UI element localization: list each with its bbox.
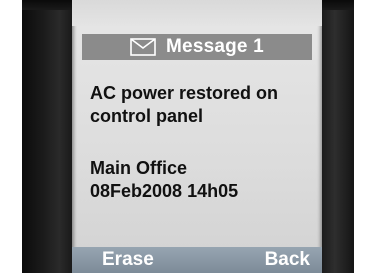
phone-bezel-right [322,0,354,273]
phone-device: Message 1 AC power restored on control p… [0,0,376,273]
screen-top-strip [72,0,322,26]
message-body-line: control panel [90,106,204,126]
message-body-line: AC power restored on [90,83,279,103]
envelope-icon [130,38,156,56]
message-timestamp: 08Feb2008 14h05 [90,181,239,201]
message-title-bar: Message 1 [82,34,312,60]
erase-softkey[interactable]: Erase [102,249,154,271]
phone-bezel-left [22,0,72,273]
phone-screen: Message 1 AC power restored on control p… [72,0,322,273]
back-softkey[interactable]: Back [265,249,310,271]
softkey-bar: Erase Back [72,247,322,273]
message-location: Main Office [90,158,188,178]
message-title: Message 1 [166,36,264,57]
